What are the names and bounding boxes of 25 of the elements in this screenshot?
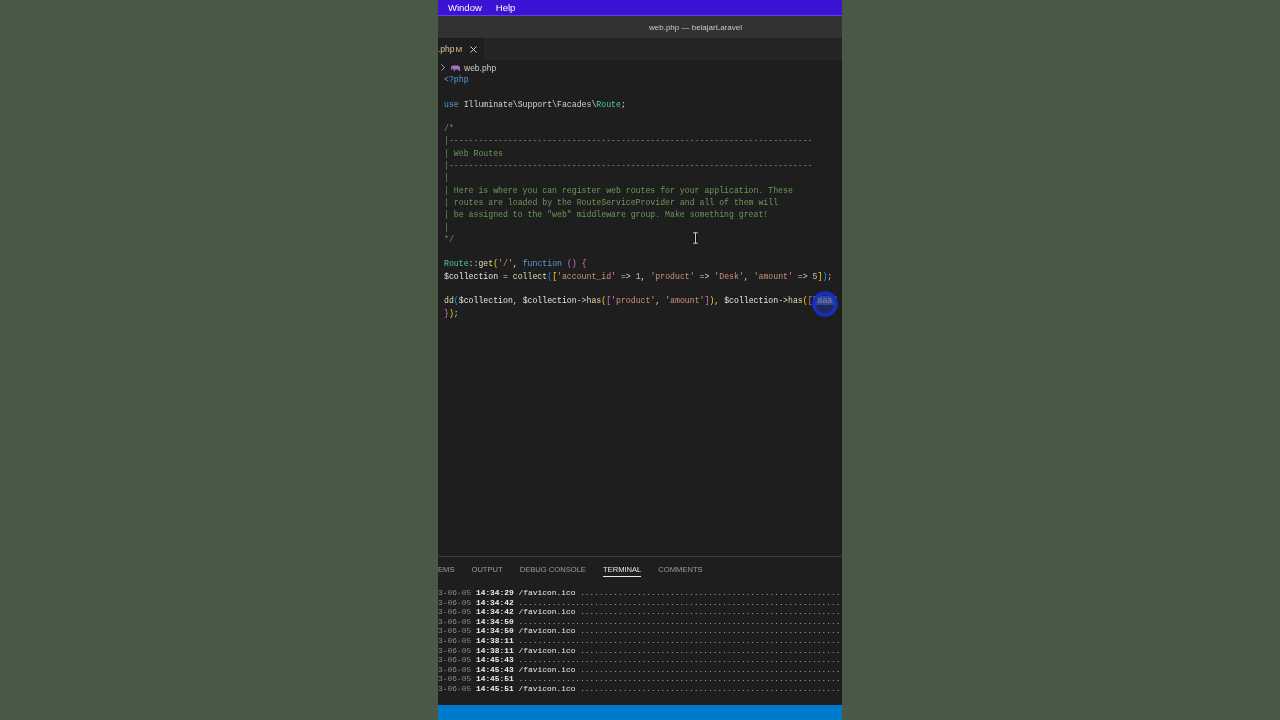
breadcrumb-item[interactable]: web.php [464,62,497,73]
code-line: | [444,173,449,185]
code-line: | [444,222,449,234]
code-line: }); [444,308,459,320]
text-cursor-icon [692,232,699,244]
menu-item[interactable]: Window [448,2,482,13]
code-line: Route::get('/', function () { [444,259,587,271]
code-line: |-------------------------------------------------------------------------- [444,161,813,173]
code-line: */ [444,234,454,246]
chevron-right-icon[interactable] [441,64,445,71]
code-line: | Here is where you can register web routes for your application. These [444,185,793,197]
menu-item[interactable]: Help [495,2,516,13]
code-line: | Web Routes [444,148,503,160]
close-icon[interactable] [470,45,478,53]
code-line: /* [444,124,454,136]
code-line: $collection = collect(['account_id' => 1, 'product' => 'Desk', 'amount' => 5]); [444,271,833,283]
code-line: | routes are loaded by the RouteServiceProvider and all of them will [444,197,779,209]
code-line: <?php [444,75,469,86]
click-indicator-icon [812,291,838,317]
elephant-icon [451,64,460,71]
editor-tab[interactable]: .php M [438,38,485,60]
code-line: |-------------------------------------------------------------------------- [444,136,813,148]
code-line: use Illuminate\Support\Facades\Route; [444,99,626,111]
code-line: | be assigned to the "web" middleware group. Make something great! [444,210,769,222]
window-title: web.php — belajarLaravel [649,22,742,32]
